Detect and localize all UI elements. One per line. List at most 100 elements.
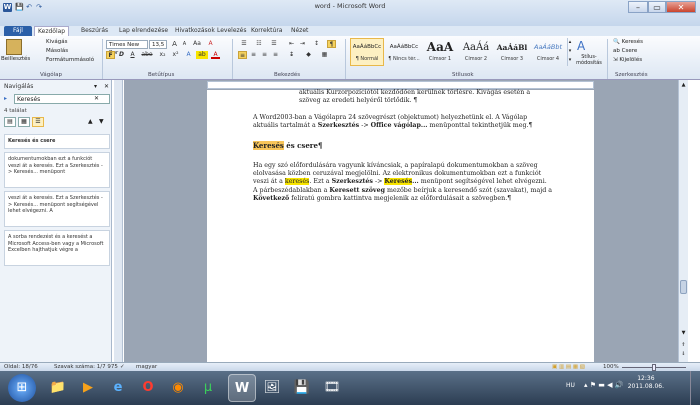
shading-icon[interactable]: ◆ [304,51,313,59]
tab-page-layout[interactable]: Lap elrendezése [116,26,171,36]
align-left-icon[interactable]: ≡ [238,51,247,59]
word-taskbar-icon[interactable]: W [228,374,256,402]
style-heading-4[interactable]: AaÁáBbt Címsor 4 [531,38,565,66]
underline-button[interactable]: A [128,51,137,59]
tray-icons[interactable]: ▴ ⚑ ▬ ◀ 🔊 [584,381,623,389]
change-case-button[interactable]: Aa [191,40,203,48]
search-result[interactable]: veszi át a keresés. Ezt a Szerkesztés ->… [4,191,110,227]
replace-button[interactable]: ab Csere [613,48,637,54]
style-no-spacing[interactable]: AaÁáBbCc ¶ Nincs tér... [387,38,421,66]
scroll-down-icon[interactable]: ▼ [680,330,687,338]
sort-icon[interactable]: ↕ [312,40,321,48]
paste-icon[interactable] [6,39,22,55]
style-normal[interactable]: AaÁáBbCc ¶ Normál [350,38,384,66]
line-spacing-icon[interactable]: ↨ [287,51,296,59]
tab-mailings[interactable]: Levelezés [214,26,250,36]
subscript-button[interactable]: x₂ [157,51,168,59]
prev-page-icon[interactable]: ⇑ [680,342,687,350]
internet-explorer-icon[interactable]: e [104,374,132,402]
language-tray[interactable]: HU [566,382,575,389]
page-indicator[interactable]: Oldal: 18/76 [4,364,38,370]
close-button[interactable]: ✕ [666,1,696,13]
headings-view-icon[interactable]: ▤ [4,117,16,127]
highlight-button[interactable]: ab [196,51,208,59]
bullets-icon[interactable]: ☰ [238,40,250,48]
increase-indent-icon[interactable]: ⇥ [298,40,307,48]
bold-button[interactable]: F [106,51,115,59]
decrease-indent-icon[interactable]: ⇤ [287,40,296,48]
media-player-icon[interactable]: ▶ [74,374,102,402]
shrink-font-button[interactable]: A [180,40,189,48]
proofing-icon[interactable]: ✓ [120,364,125,370]
text-effects-button[interactable]: A [184,51,193,59]
tab-insert[interactable]: Beszúrás [78,26,111,36]
style-heading-1[interactable]: AaA Címsor 1 [423,38,457,66]
zoom-thumb[interactable] [652,364,656,371]
save-app-icon[interactable]: 💾 [288,374,316,402]
strikethrough-button[interactable]: abe [140,51,154,59]
clock[interactable]: 12:36 2011.08.06. [628,375,664,391]
font-name-select[interactable]: Times New Ror [106,40,148,56]
tab-view[interactable]: Nézet [288,26,311,36]
view-buttons[interactable]: ▣ ▥ ▤ ▦ ▧ [552,364,585,370]
utorrent-icon[interactable]: µ [194,374,222,402]
show-marks-button[interactable]: ¶ [327,40,336,48]
italic-button[interactable]: D [117,51,126,59]
nav-dropdown-icon[interactable]: ▾ [94,83,97,90]
tab-home[interactable]: Kezdőlap [34,26,70,36]
results-view-icon[interactable]: ☰ [32,117,44,127]
photo-app-icon[interactable]: 🖼 [258,374,286,402]
borders-icon[interactable]: ▦ [320,51,329,59]
tab-file[interactable]: Fájl [4,26,32,36]
select-button[interactable]: ⇲ Kijelölés [613,57,642,63]
zoom-level[interactable]: 100% [603,364,619,370]
media-app-icon[interactable]: 🎞 [318,374,346,402]
prev-result-icon[interactable]: ▲ [88,118,93,125]
change-styles-icon[interactable]: A [577,39,585,53]
document-page[interactable]: aktuális Kurzorpozíciótól kezdődően kerü… [207,89,594,362]
opera-icon[interactable]: O [134,374,162,402]
multilevel-list-icon[interactable]: ☰ [268,40,280,48]
pages-view-icon[interactable]: ▦ [18,117,30,127]
style-heading-3[interactable]: AaÁáBl Címsor 3 [495,38,529,66]
font-color-button[interactable]: A [211,51,220,59]
copy-button[interactable]: Másolás [46,48,68,54]
tab-references[interactable]: Hivatkozások [172,26,218,36]
scroll-thumb[interactable] [680,280,687,294]
justify-icon[interactable]: ≡ [271,51,280,59]
style-heading-2[interactable]: AaÁá Címsor 2 [459,38,493,66]
search-result[interactable]: dokumentumokban ezt a funkciót veszi át … [4,152,110,188]
word-count[interactable]: Szavak száma: 1/7 975 [54,364,118,370]
style-name: Címsor 4 [536,56,560,62]
find-button[interactable]: 🔍 Keresés [613,39,643,45]
styles-scroll[interactable]: ▴ ▾ ▾ [567,38,572,66]
paste-button[interactable]: Beillesztés [1,56,30,62]
language-indicator[interactable]: magyar [136,364,157,370]
cut-button[interactable]: Kivágás [46,39,68,45]
minimize-button[interactable]: – [628,1,648,13]
tab-review[interactable]: Korrektúra [248,26,285,36]
clear-search-icon[interactable]: ✕ [94,95,99,102]
font-size-select[interactable]: 13,5 [149,40,167,49]
superscript-button[interactable]: x² [170,51,181,59]
align-center-icon[interactable]: ≡ [249,51,258,59]
result-count: 4 találat [4,108,27,114]
show-desktop-button[interactable] [690,371,700,405]
firefox-icon[interactable]: ◉ [164,374,192,402]
nav-close-icon[interactable]: ✕ [104,83,109,90]
grow-font-button[interactable]: A [170,40,179,48]
align-right-icon[interactable]: ≡ [260,51,269,59]
next-result-icon[interactable]: ▼ [99,118,104,125]
explorer-icon[interactable]: 📁 [44,374,72,402]
maximize-button[interactable]: ▭ [648,1,666,13]
search-result[interactable]: A sorba rendezést és a keresést a Micros… [4,230,110,266]
next-page-icon[interactable]: ⇓ [680,351,687,359]
format-painter-button[interactable]: Formátummásoló [46,57,94,63]
clear-formatting-button[interactable]: A [206,40,215,48]
numbering-icon[interactable]: ☷ [253,40,265,48]
start-button[interactable]: ⊞ [8,374,36,402]
change-styles-button[interactable]: Stílus-módosítás [574,54,604,66]
scroll-up-icon[interactable]: ▲ [680,82,687,90]
vertical-scrollbar[interactable]: ▲ ▼ ⇑ ⇓ [678,80,688,362]
search-result[interactable]: Keresés és csere [4,134,110,149]
